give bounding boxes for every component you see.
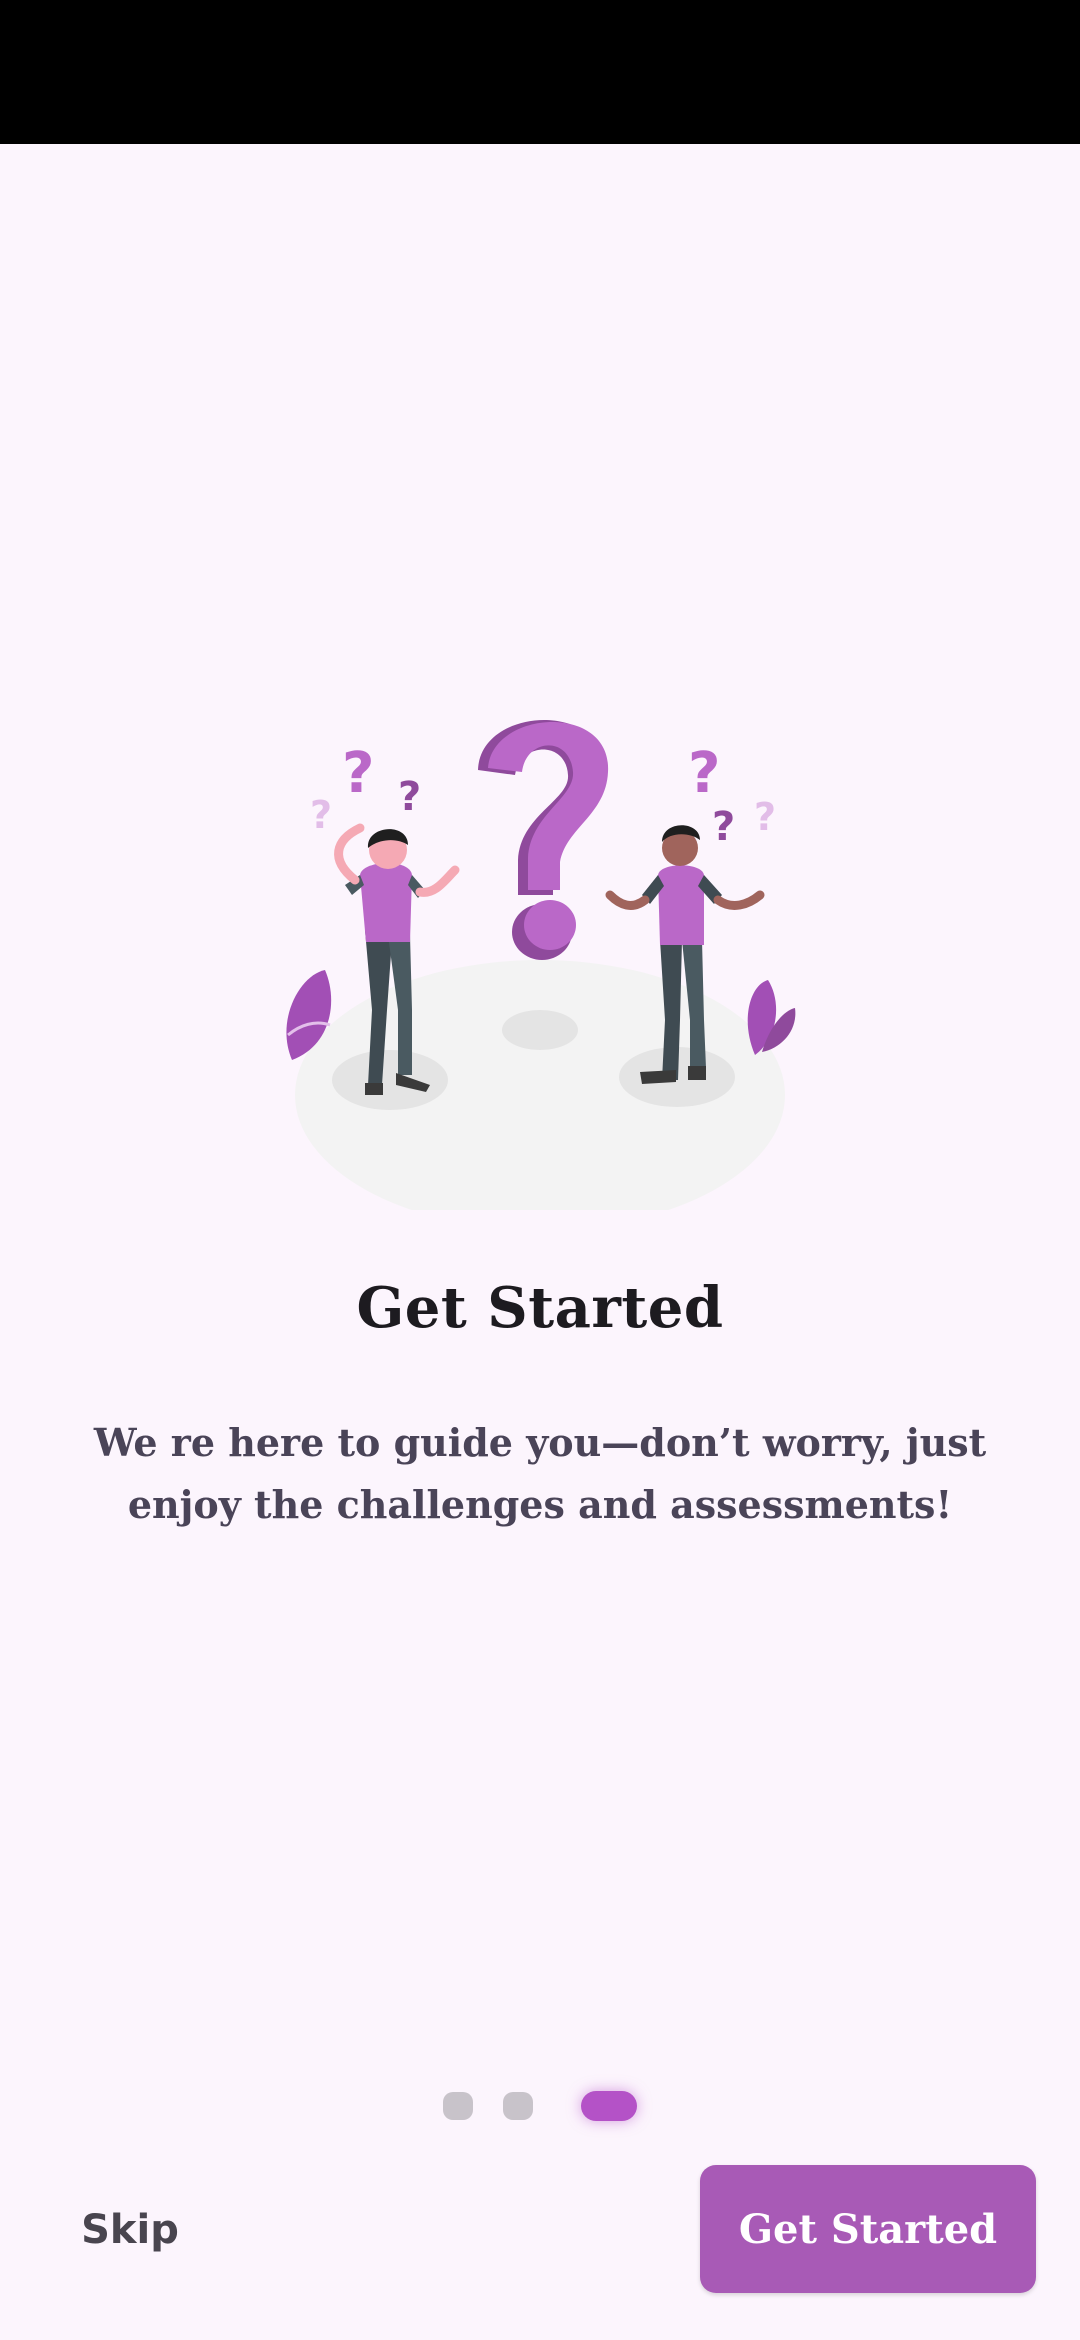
page-indicator	[0, 2091, 1080, 2121]
svg-text:?: ?	[310, 793, 332, 837]
status-bar	[0, 0, 1080, 144]
svg-text:?: ?	[398, 774, 421, 820]
page-indicator-dot-2	[503, 2092, 533, 2120]
confused-people-illustration: ? ? ? ? ? ?	[286, 720, 796, 1210]
skip-button[interactable]: Skip	[70, 2190, 190, 2270]
page-indicator-dot-1	[443, 2092, 473, 2120]
svg-text:?: ?	[712, 804, 735, 850]
get-started-button[interactable]: Get Started	[700, 2165, 1036, 2293]
svg-text:?: ?	[342, 741, 374, 806]
onboarding-title: Get Started	[356, 1275, 724, 1341]
svg-text:?: ?	[754, 795, 776, 839]
svg-text:?: ?	[688, 741, 720, 806]
page-indicator-dot-active	[581, 2091, 637, 2121]
onboarding-description: We re here to guide you—don’t worry, jus…	[93, 1420, 987, 1527]
